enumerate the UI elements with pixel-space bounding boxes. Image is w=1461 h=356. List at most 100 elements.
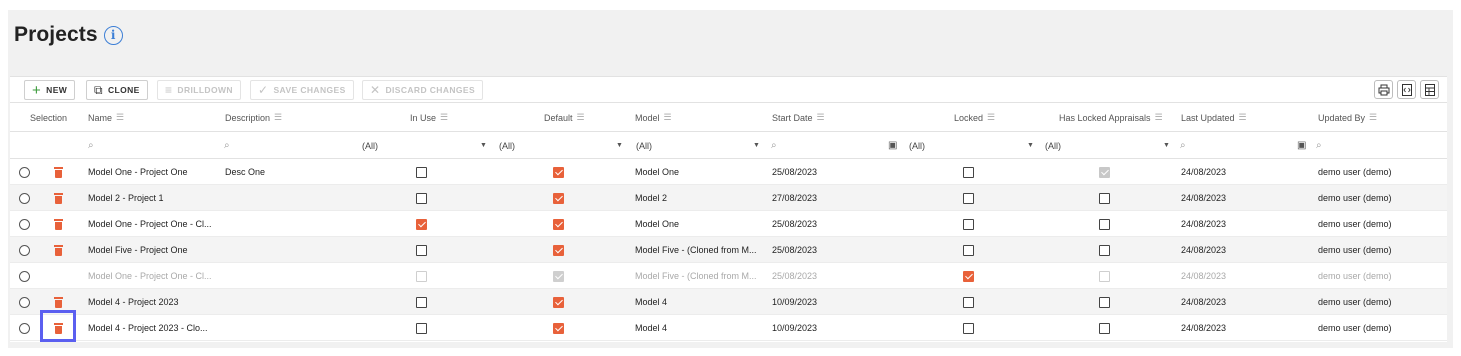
default-checkbox[interactable]: [553, 289, 564, 315]
row-select-radio[interactable]: [19, 263, 30, 289]
last-updated-filter-input[interactable]: ⌕: [1180, 132, 1186, 159]
col-name[interactable]: Name ☰: [88, 103, 124, 132]
chevron-down-icon[interactable]: ▼: [616, 132, 623, 159]
clone-button[interactable]: ⧉ CLONE: [86, 80, 148, 100]
col-selection[interactable]: Selection: [30, 103, 67, 132]
filter-icon[interactable]: ☰: [1155, 112, 1163, 123]
col-has-locked-appraisals[interactable]: Has Locked Appraisals ☰: [1059, 103, 1163, 132]
col-in-use[interactable]: In Use ☰: [410, 103, 448, 132]
filter-icon[interactable]: ☰: [274, 112, 282, 123]
name-filter-input[interactable]: ⌕: [88, 132, 94, 159]
start-date: 10/09/2023: [772, 323, 818, 333]
last-updated: 24/08/2023: [1181, 271, 1227, 281]
model-filter-select[interactable]: (All): [636, 132, 652, 159]
locked-checkbox[interactable]: [963, 263, 974, 289]
trash-icon[interactable]: [54, 237, 63, 263]
in-use-checkbox[interactable]: [416, 289, 427, 315]
col-default[interactable]: Default ☰: [544, 103, 585, 132]
default-filter-select[interactable]: (All): [499, 132, 515, 159]
table-row[interactable]: Model 4 - Project 2023 Model 4 10/09/202…: [10, 289, 1447, 315]
col-model[interactable]: Model ☰: [635, 103, 672, 132]
filter-icon[interactable]: ☰: [1369, 112, 1377, 123]
updated-by: demo user (demo): [1318, 167, 1392, 177]
locked-checkbox[interactable]: [963, 237, 974, 263]
table-row[interactable]: Model One - Project One Desc One Model O…: [10, 159, 1447, 185]
description-filter-input[interactable]: ⌕: [224, 132, 230, 159]
col-updated-by[interactable]: Updated By ☰: [1318, 103, 1377, 132]
chevron-down-icon[interactable]: ▼: [480, 132, 487, 159]
filter-icon[interactable]: ☰: [664, 112, 672, 123]
table-row[interactable]: Model One - Project One - Cl... Model On…: [10, 211, 1447, 237]
discard-changes-button[interactable]: ✕ DISCARD CHANGES: [362, 80, 484, 100]
chevron-down-icon[interactable]: ▼: [1163, 132, 1170, 159]
default-checkbox[interactable]: [553, 159, 564, 185]
row-select-radio[interactable]: [19, 159, 30, 185]
chevron-down-icon[interactable]: ▼: [1027, 132, 1034, 159]
in-use-checkbox[interactable]: [416, 315, 427, 341]
trash-icon[interactable]: [54, 185, 63, 211]
filter-icon[interactable]: ☰: [987, 112, 995, 123]
chevron-down-icon[interactable]: ▼: [753, 132, 760, 159]
has-locked-checkbox: [1099, 263, 1110, 289]
filter-icon[interactable]: ☰: [577, 112, 585, 123]
table-row[interactable]: Model One - Project One - Cl... Model Fi…: [10, 263, 1447, 289]
row-select-radio[interactable]: [19, 315, 30, 341]
default-checkbox[interactable]: [553, 237, 564, 263]
trash-icon[interactable]: [54, 159, 63, 185]
filter-icon[interactable]: ☰: [440, 112, 448, 123]
in-use-checkbox[interactable]: [416, 237, 427, 263]
locked-filter-select[interactable]: (All): [909, 132, 925, 159]
project-model: Model 4: [635, 297, 668, 307]
start-date-filter-input[interactable]: ⌕: [771, 132, 777, 159]
default-checkbox[interactable]: [553, 315, 564, 341]
new-button[interactable]: + NEW: [24, 80, 76, 100]
search-icon: ⌕: [224, 140, 230, 151]
print-icon[interactable]: [1374, 80, 1393, 99]
drilldown-button[interactable]: ≡ DRILLDOWN: [157, 80, 241, 100]
page-header: Projects i: [14, 20, 123, 50]
in-use-checkbox[interactable]: [416, 211, 427, 237]
col-start-date[interactable]: Start Date ☰: [772, 103, 825, 132]
in-use-checkbox[interactable]: [416, 185, 427, 211]
check-icon: ✓: [258, 83, 269, 97]
info-icon[interactable]: i: [103, 25, 123, 45]
in-use-filter-select[interactable]: (All): [362, 132, 378, 159]
calendar-icon[interactable]: ▣: [1297, 132, 1306, 159]
locked-checkbox[interactable]: [963, 211, 974, 237]
updated-by: demo user (demo): [1318, 245, 1392, 255]
in-use-checkbox[interactable]: [416, 159, 427, 185]
filter-icon[interactable]: ☰: [1239, 112, 1247, 123]
search-icon: ⌕: [1316, 140, 1322, 151]
has-locked-filter-select[interactable]: (All): [1045, 132, 1061, 159]
filter-icon[interactable]: ☰: [116, 112, 124, 123]
row-select-radio[interactable]: [19, 289, 30, 315]
col-description[interactable]: Description ☰: [225, 103, 282, 132]
row-select-radio[interactable]: [19, 185, 30, 211]
project-name: Model One - Project One - Cl...: [88, 271, 212, 281]
col-last-updated[interactable]: Last Updated ☰: [1181, 103, 1247, 132]
locked-checkbox[interactable]: [963, 159, 974, 185]
default-checkbox[interactable]: [553, 211, 564, 237]
table-row[interactable]: Model 4 - Project 2023 - Clo... Model 4 …: [10, 315, 1447, 341]
calendar-icon[interactable]: ▣: [888, 132, 897, 159]
filter-icon[interactable]: ☰: [817, 112, 825, 123]
project-model: Model 4: [635, 323, 668, 333]
table-row[interactable]: Model Five - Project One Model Five - (C…: [10, 237, 1447, 263]
col-locked[interactable]: Locked ☰: [954, 103, 995, 132]
last-updated: 24/08/2023: [1181, 245, 1227, 255]
export-sheet-icon[interactable]: [1420, 80, 1439, 99]
save-changes-button[interactable]: ✓ SAVE CHANGES: [250, 80, 354, 100]
updated-by-filter-input[interactable]: ⌕: [1316, 132, 1322, 159]
project-description: Desc One: [225, 167, 266, 177]
locked-checkbox[interactable]: [963, 289, 974, 315]
locked-checkbox[interactable]: [963, 185, 974, 211]
table-row[interactable]: Model 2 - Project 1 Model 2 27/08/2023 2…: [10, 185, 1447, 211]
start-date: 25/08/2023: [772, 167, 818, 177]
row-select-radio[interactable]: [19, 211, 30, 237]
search-icon: ⌕: [1180, 140, 1186, 151]
row-select-radio[interactable]: [19, 237, 30, 263]
default-checkbox[interactable]: [553, 185, 564, 211]
locked-checkbox[interactable]: [963, 315, 974, 341]
trash-icon[interactable]: [54, 211, 63, 237]
export-code-icon[interactable]: [1397, 80, 1416, 99]
